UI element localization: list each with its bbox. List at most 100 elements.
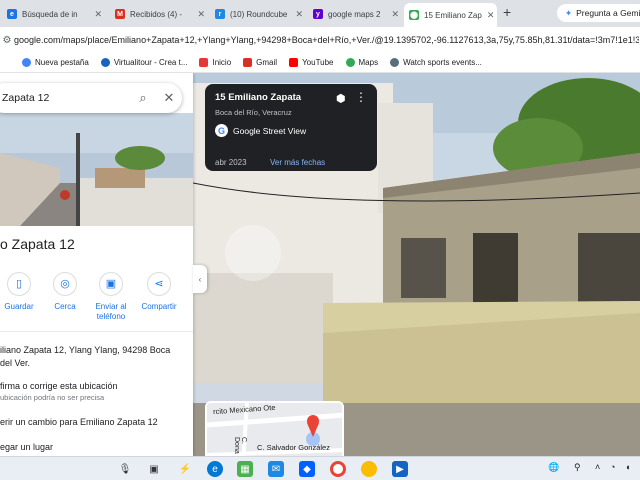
bookmark-watch-sports[interactable]: Watch sports events... <box>390 58 482 67</box>
bookmarks-bar: Nueva pestaña Virtualitour - Crea t... I… <box>0 53 640 73</box>
place-panel: Zapata 12 ⌕ ✕ o Zapata 12 ▯ Guardar ◎ Ce… <box>0 73 193 456</box>
minimap[interactable]: rcito Mexicano Ote C. Dona C. Salvador G… <box>205 401 344 456</box>
language-icon[interactable]: 🌐 <box>548 462 559 473</box>
nearby-icon: ◎ <box>53 272 77 296</box>
volume-icon[interactable]: ◖ <box>625 462 630 472</box>
store-icon[interactable]: ▦ <box>237 461 253 477</box>
place-photo[interactable] <box>0 113 193 226</box>
google-icon: G <box>215 124 228 137</box>
suggest-edit-row[interactable]: erir un cambio para Emiliano Zapata 12 <box>0 417 158 427</box>
youtube-icon <box>289 58 299 67</box>
search-input[interactable]: Zapata 12 <box>2 92 130 104</box>
brand-label: Google Street View <box>233 125 307 136</box>
bookmark-inicio[interactable]: Inicio <box>199 58 231 67</box>
confirm-sublabel: ubicación podría no ser precisa <box>0 393 105 402</box>
pin-icon[interactable]: ⬢ <box>336 92 346 105</box>
close-icon[interactable]: ✕ <box>156 90 182 106</box>
tab-gmail[interactable]: M Recibidos (4) - ✕ <box>110 4 210 24</box>
add-place-row[interactable]: egar un lugar <box>0 442 53 452</box>
bookmark-label: Inicio <box>212 58 232 67</box>
confirm-location-row[interactable]: firma o corrige esta ubicación ubicación… <box>0 381 118 402</box>
tab-roundcube[interactable]: r (10) Roundcube ✕ <box>210 4 308 24</box>
tab-title: Recibidos (4) - <box>130 9 183 19</box>
tab-title: Búsqueda de in <box>22 9 78 19</box>
close-icon[interactable]: ✕ <box>391 9 399 20</box>
suggest-label: erir un cambio para Emiliano Zapata 12 <box>0 417 158 427</box>
action-label: Enviar al teléfono <box>95 302 127 321</box>
app-icon[interactable]: ▶ <box>392 461 408 477</box>
place-address[interactable]: iliano Zapata 12, Ylang Ylang, 94298 Boc… <box>0 344 180 370</box>
maps-icon <box>345 58 355 67</box>
bookmark-label: Virtualitour - Crea t... <box>113 58 188 67</box>
address-bar[interactable]: ⚙ google.com/maps/place/Emiliano+Zapata+… <box>0 27 640 53</box>
phone-icon: ▣ <box>99 272 123 296</box>
chevron-up-icon[interactable]: ˄ <box>595 462 600 472</box>
bookmark-label: Maps <box>358 58 379 67</box>
gemini-button[interactable]: ✦ Pregunta a Gemini <box>557 4 640 22</box>
tab-title: (10) Roundcube <box>230 9 288 19</box>
google-icon <box>22 58 31 67</box>
bookmark-gmail[interactable]: Gmail <box>243 58 277 67</box>
collapse-panel-button[interactable]: ‹ <box>193 265 207 293</box>
close-icon[interactable]: ✕ <box>487 10 495 21</box>
confirm-label: firma o corrige esta ubicación <box>0 381 118 391</box>
network-icon[interactable]: ⚲ <box>574 462 581 473</box>
bookmark-label: Nueva pestaña <box>35 58 89 67</box>
new-tab-button[interactable]: + <box>503 4 511 20</box>
edge-icon[interactable]: e <box>207 461 223 477</box>
action-label: Guardar <box>4 302 34 311</box>
mail-icon[interactable]: ✉ <box>268 461 284 477</box>
site-info-icon[interactable]: ⚙ <box>0 35 14 46</box>
tab-maps-active[interactable]: ⬤ 15 Emiliano Zap ✕ <box>404 3 497 27</box>
maps-viewport: Zapata 12 ⌕ ✕ o Zapata 12 ▯ Guardar ◎ Ce… <box>0 73 640 456</box>
close-icon[interactable]: ✕ <box>94 9 102 20</box>
roundcube-icon: r <box>215 9 225 19</box>
dropbox-icon[interactable]: ◆ <box>299 461 315 477</box>
chrome-icon[interactable] <box>330 461 346 477</box>
bookmark-nueva-pestana[interactable]: Nueva pestaña <box>22 58 89 67</box>
tab-title: 15 Emiliano Zap <box>424 10 482 20</box>
close-icon[interactable]: ✕ <box>197 9 205 20</box>
globe-icon <box>100 58 110 67</box>
url-text[interactable]: google.com/maps/place/Emiliano+Zapata+12… <box>14 35 639 45</box>
wifi-icon[interactable]: ◔ <box>610 462 615 472</box>
gmail-icon: M <box>115 9 125 19</box>
nearby-button[interactable]: ◎ Cerca <box>42 269 88 312</box>
mic-icon[interactable]: 🎙 <box>117 461 133 477</box>
tab-busqueda[interactable]: e Búsqueda de in ✕ <box>2 4 107 24</box>
task-view-icon[interactable]: ▣ <box>146 461 162 477</box>
copilot-icon[interactable]: ⚡ <box>177 461 193 477</box>
add-place-label: egar un lugar <box>0 442 54 452</box>
search-box[interactable]: Zapata 12 ⌕ ✕ <box>0 83 182 113</box>
bookmark-label: YouTube <box>302 58 334 67</box>
maps-pin-icon: ⬤ <box>409 10 419 20</box>
share-icon: ⋖ <box>147 272 171 296</box>
share-button[interactable]: ⋖ Compartir <box>134 269 184 312</box>
chevron-left-icon: ‹ <box>198 274 202 284</box>
tab-yahoo[interactable]: y google maps 2 ✕ <box>308 4 404 24</box>
sv-subtitle: Boca del Río, Veracruz <box>215 108 292 117</box>
more-dates-link[interactable]: Ver más fechas <box>270 158 325 167</box>
tab-title: google maps 2 <box>328 9 381 19</box>
globe-icon <box>390 58 400 67</box>
bookmark-virtualitour[interactable]: Virtualitour - Crea t... <box>100 58 188 67</box>
close-icon[interactable]: ✕ <box>295 9 303 20</box>
bookmark-label: Gmail <box>256 58 278 67</box>
search-icon[interactable]: ⌕ <box>130 90 156 106</box>
ie-icon: e <box>7 9 17 19</box>
bookmark-maps[interactable]: Maps <box>345 58 379 67</box>
send-to-phone-button[interactable]: ▣ Enviar al teléfono <box>88 269 134 322</box>
yahoo-icon: y <box>313 9 323 19</box>
action-bar: ▯ Guardar ◎ Cerca ▣ Enviar al teléfono ⋖… <box>0 269 193 329</box>
more-options-icon[interactable]: ⋮ <box>355 90 367 104</box>
google-street-view-brand: G Google Street View <box>215 124 367 137</box>
bookmark-label: Watch sports events... <box>403 58 482 67</box>
capture-date: abr 2023 <box>215 158 247 167</box>
street-label: C. Dona <box>233 437 247 454</box>
gmail-icon <box>243 58 253 67</box>
inicio-icon <box>199 58 209 67</box>
chrome-beta-icon[interactable] <box>361 461 377 477</box>
save-button[interactable]: ▯ Guardar <box>0 269 42 312</box>
bookmark-youtube[interactable]: YouTube <box>289 58 334 67</box>
tab-bar: e Búsqueda de in ✕ M Recibidos (4) - ✕ r… <box>0 0 640 27</box>
